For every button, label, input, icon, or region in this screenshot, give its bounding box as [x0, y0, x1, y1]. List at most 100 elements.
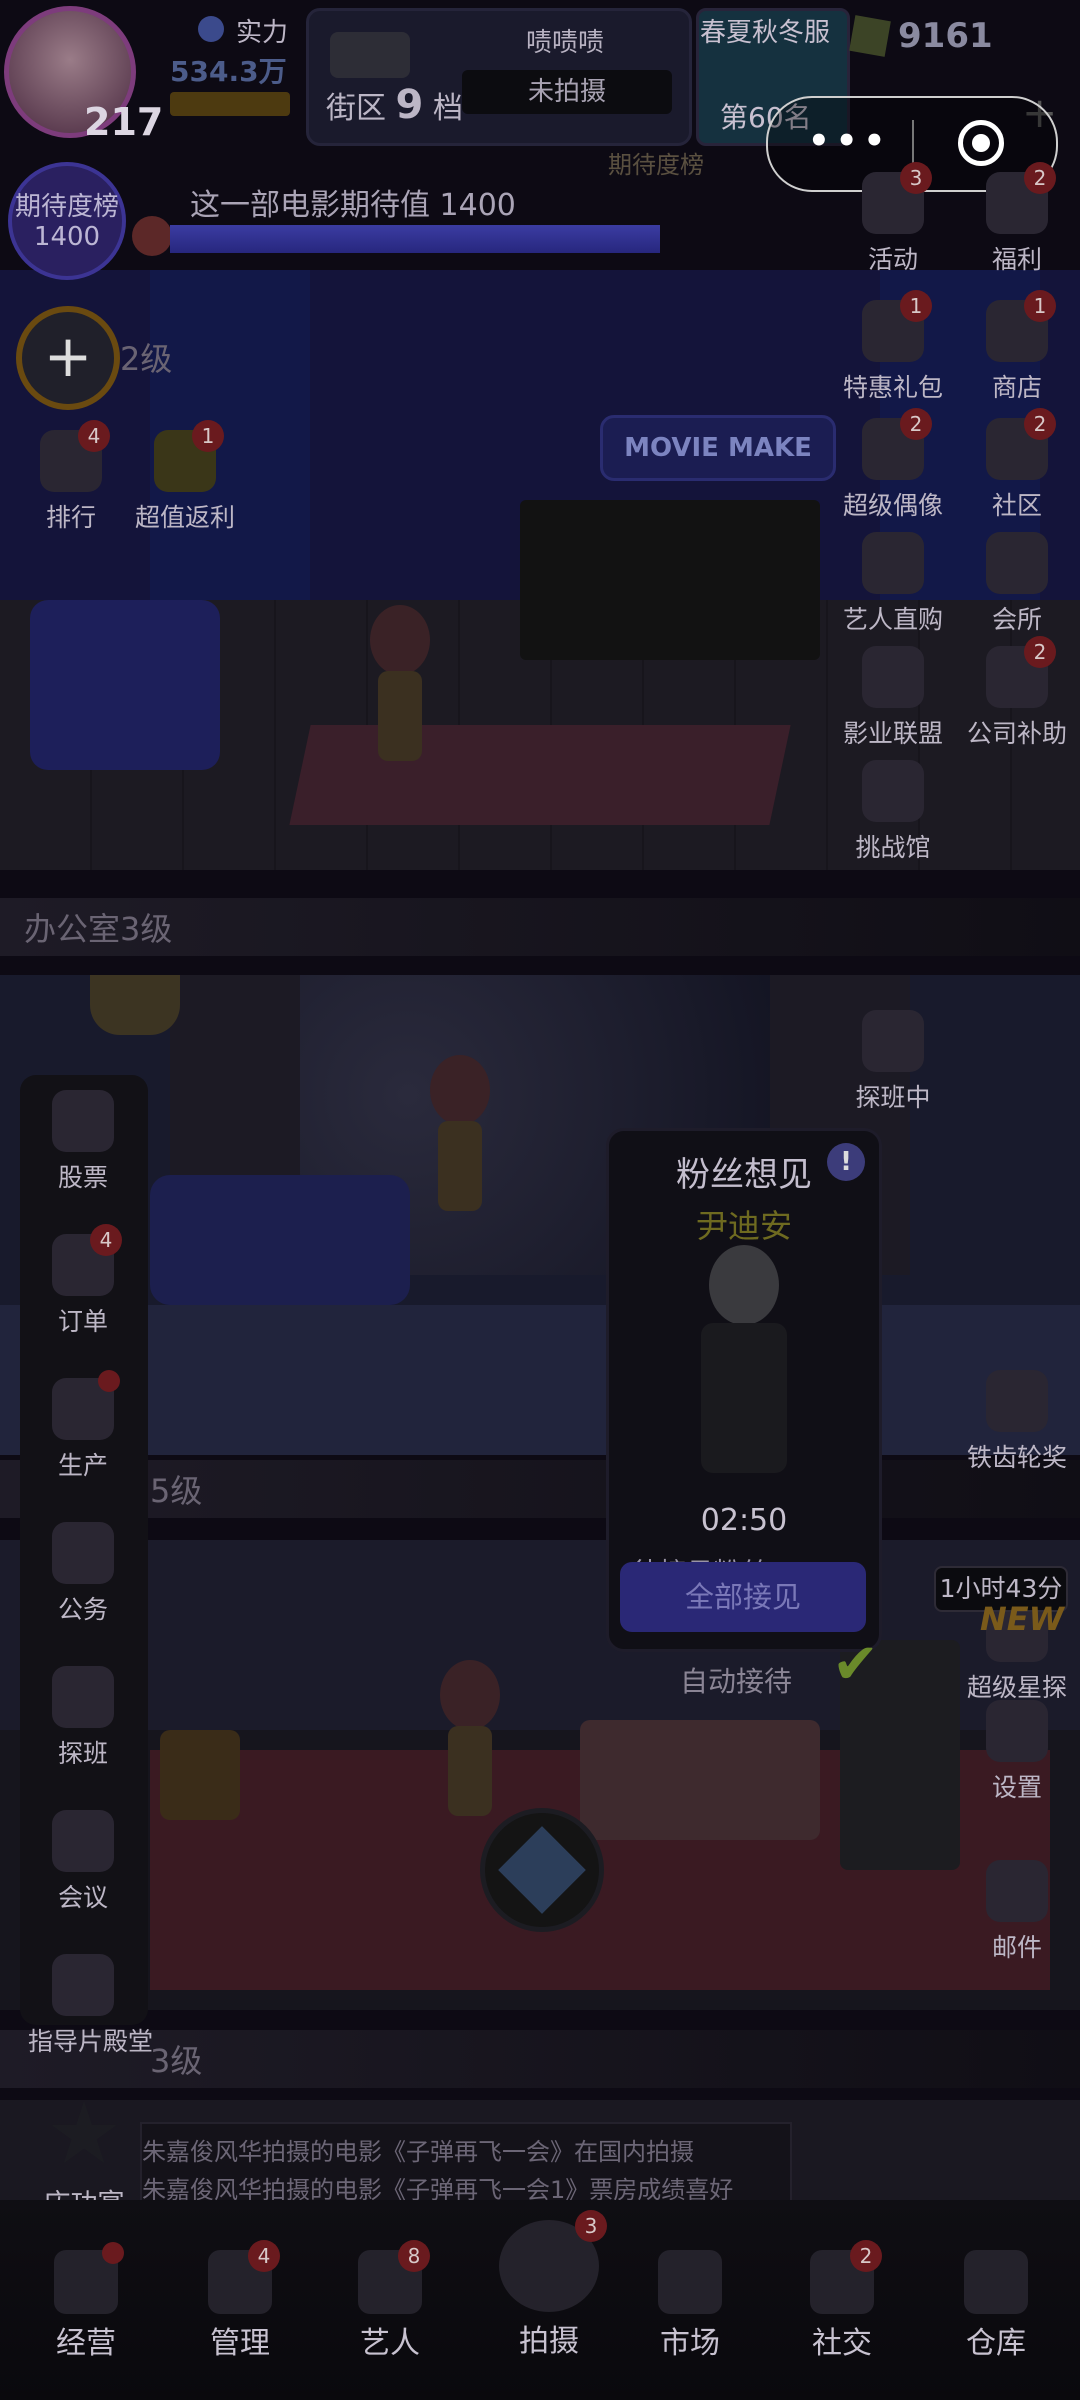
staff-character[interactable]	[360, 605, 440, 785]
expectation-text: 这一部电影期待值 1400	[190, 188, 516, 223]
expectation-marker: 期待度榜	[608, 151, 704, 179]
notification-badge: 2	[1024, 636, 1056, 668]
challenge-icon	[862, 760, 924, 822]
nav-camera-label: 拍摄	[519, 2324, 579, 2359]
sidebar-gift-pack[interactable]: 1 特惠礼包	[838, 290, 948, 404]
club-icon	[986, 532, 1048, 594]
sidebar-club[interactable]: 会所	[962, 532, 1072, 636]
gift-icon: 1	[154, 420, 224, 492]
left-meeting-label: 会议	[57, 1883, 108, 1912]
sidebar-alliance[interactable]: 影业联盟	[838, 646, 948, 750]
sidebar-idol[interactable]: 2 超级偶像	[838, 408, 948, 522]
nav-business[interactable]: 经营	[26, 2242, 146, 2362]
notification-badge: 4	[90, 1224, 122, 1256]
nav-artist-label: 艺人	[360, 2326, 420, 2361]
strength-progress	[170, 92, 290, 116]
sidebar-challenge-label: 挑战馆	[855, 833, 931, 862]
sidebar-subsidy[interactable]: 2 公司补助	[962, 636, 1072, 750]
ranking-button[interactable]: 4 排行	[16, 420, 126, 534]
welfare-icon: 2	[986, 162, 1056, 234]
sidebar-welfare-label: 福利	[991, 245, 1042, 274]
nav-social[interactable]: 2 社交	[782, 2240, 902, 2362]
district-prefix: 街区	[326, 91, 386, 126]
visit-icon	[862, 1010, 924, 1072]
notification-badge: 4	[248, 2240, 280, 2272]
management-icon: 4	[208, 2240, 280, 2314]
left-hall[interactable]: 指导片殿堂	[28, 1954, 154, 2058]
left-hall-label: 指导片殿堂	[28, 2027, 154, 2056]
auto-receive-label[interactable]: 自动接待	[680, 1660, 792, 1700]
film-name: 啧啧啧	[525, 28, 604, 58]
staff-character[interactable]	[420, 1055, 500, 1235]
sidebar-community-label: 社区	[991, 491, 1042, 520]
left-business[interactable]: 公务	[28, 1522, 138, 1626]
add-floor-button[interactable]: +	[16, 306, 120, 410]
expectation-rank-label: 期待度榜	[14, 192, 119, 222]
nav-warehouse-label: 仓库	[966, 2326, 1026, 2361]
close-mini-program-icon[interactable]	[958, 120, 1004, 166]
left-meeting[interactable]: 会议	[28, 1810, 138, 1914]
sidebar-settings-label: 设置	[991, 1773, 1042, 1802]
sidebar-challenge[interactable]: 挑战馆	[838, 760, 948, 864]
sidebar-gear-award[interactable]: 铁齿轮奖	[962, 1370, 1072, 1474]
news-ticker: 朱嘉俊风华拍摄的电影《子弹再飞一会》在国内拍摄 朱嘉俊风华拍摄的电影《子弹再飞一…	[140, 2122, 792, 2212]
left-visit[interactable]: 探班	[28, 1666, 138, 1770]
expectation-bar-fill	[170, 225, 660, 253]
staff-character[interactable]	[430, 1660, 510, 1840]
district-number: 9	[395, 82, 424, 128]
nav-warehouse[interactable]: 仓库	[936, 2250, 1056, 2362]
sidebar-visit[interactable]: 探班中	[838, 1010, 948, 1114]
film-status[interactable]: 未拍摄	[462, 70, 672, 114]
nav-camera[interactable]: 3 拍摄	[484, 2210, 614, 2360]
meeting-icon	[52, 1810, 114, 1872]
sidebar-activity[interactable]: 3 活动	[838, 162, 948, 276]
info-icon[interactable]: !	[827, 1143, 865, 1181]
lounge-room	[0, 1540, 1080, 2010]
camera-icon: 3	[499, 2210, 607, 2312]
idol-icon: 2	[862, 408, 932, 480]
floor-label-office-3: 办公室3级	[0, 898, 1080, 956]
sidebar-community[interactable]: 2 社区	[962, 408, 1072, 522]
expectation-bar	[170, 225, 660, 253]
more-menu-button[interactable]: •••	[808, 124, 891, 158]
rebate-label: 超值返利	[134, 503, 235, 532]
sidebar-activity-label: 活动	[867, 245, 918, 274]
sidebar-settings[interactable]: 设置	[962, 1700, 1072, 1804]
left-production[interactable]: 生产	[28, 1370, 138, 1482]
movie-make-sign: MOVIE MAKE	[600, 415, 836, 481]
fan-timer: 02:50	[700, 1503, 788, 1538]
sidebar-welfare[interactable]: 2 福利	[962, 162, 1072, 276]
sidebar-artist-purchase[interactable]: 艺人直购	[838, 532, 948, 636]
alliance-icon	[862, 646, 924, 708]
sidebar-visit-label: 探班中	[855, 1083, 931, 1112]
ceiling-lamp	[90, 975, 180, 1035]
nav-social-label: 社交	[812, 2326, 872, 2361]
notification-badge: 3	[575, 2210, 607, 2242]
notification-badge: 1	[900, 290, 932, 322]
sidebar-shop[interactable]: 1 商店	[962, 290, 1072, 404]
expectation-rank-button[interactable]: 期待度榜 1400	[8, 162, 126, 280]
artist-purchase-icon	[862, 532, 924, 594]
meet-all-button[interactable]: 全部接见	[620, 1562, 866, 1632]
left-order[interactable]: 4 订单	[28, 1224, 138, 1338]
district-level: 街区 9 档	[326, 82, 463, 128]
strength-label: 实力	[236, 18, 289, 48]
gem-cube-icon[interactable]	[480, 1808, 604, 1932]
check-icon[interactable]: ✔	[832, 1632, 879, 1697]
nav-artist[interactable]: 8 艺人	[330, 2240, 450, 2362]
notification-badge	[98, 1370, 120, 1392]
rebate-button[interactable]: 1 超值返利	[130, 420, 240, 534]
stock-icon	[52, 1090, 114, 1152]
shop-icon: 1	[986, 290, 1056, 362]
room-floor	[0, 1305, 1080, 1455]
nav-management[interactable]: 4 管理	[180, 2240, 300, 2362]
sidebar-mail-label: 邮件	[991, 1933, 1042, 1962]
trophy-icon: 4	[40, 420, 110, 492]
sidebar-subsidy-label: 公司补助	[966, 719, 1067, 748]
nav-market[interactable]: 市场	[630, 2250, 750, 2362]
warehouse-icon	[964, 2250, 1028, 2314]
left-production-label: 生产	[57, 1451, 108, 1480]
sidebar-mail[interactable]: 邮件	[962, 1860, 1072, 1964]
nav-management-label: 管理	[210, 2326, 270, 2361]
left-stock[interactable]: 股票	[28, 1090, 138, 1194]
